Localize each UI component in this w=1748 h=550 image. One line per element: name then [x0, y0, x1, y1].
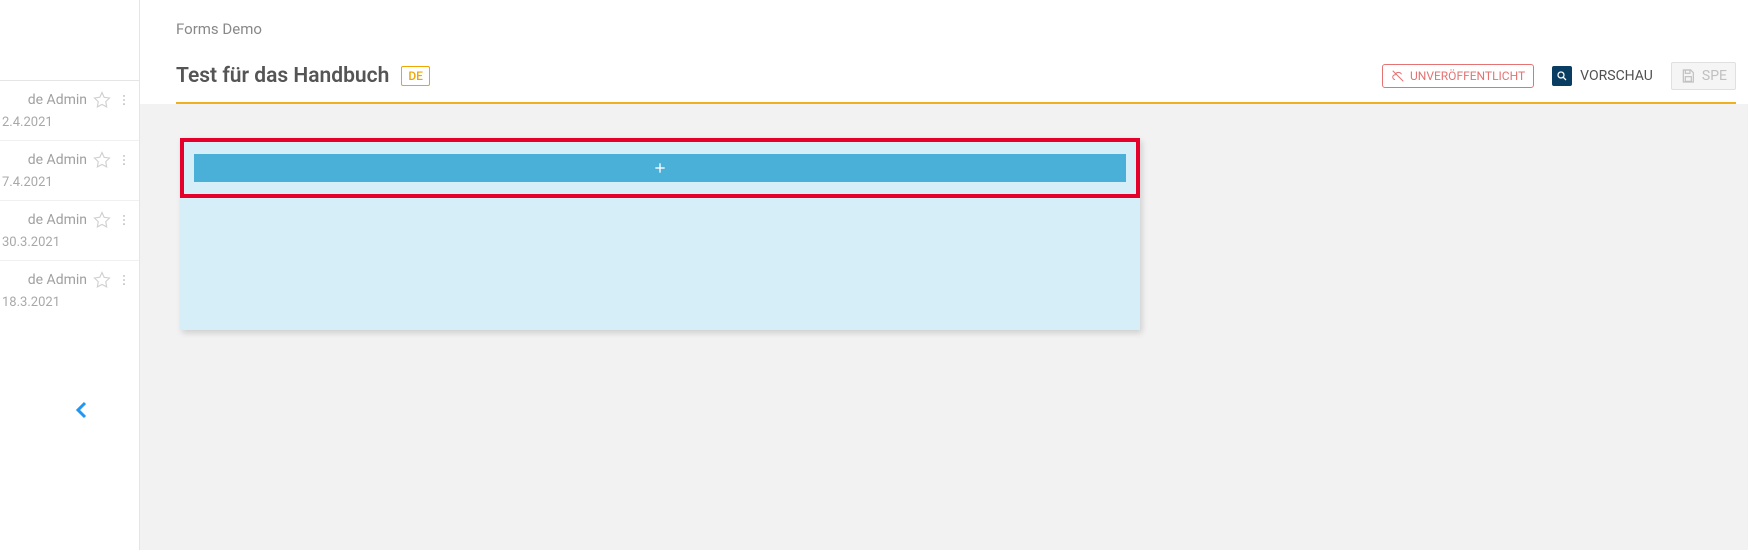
title-actions: UNVERÖFFENTLICHT VORSCHAU SPE: [1382, 62, 1736, 90]
form-canvas-area: [140, 104, 1748, 550]
list-item[interactable]: de Admin 18.3.2021: [0, 261, 139, 320]
sidebar: de Admin 2.4.2021 de Admin 7.4.2021 de A…: [0, 0, 140, 550]
list-item-date: 18.3.2021: [0, 295, 131, 310]
save-button[interactable]: SPE: [1671, 62, 1736, 90]
cloud-off-icon: [1391, 69, 1405, 83]
preview-button[interactable]: VORSCHAU: [1544, 62, 1661, 90]
star-icon[interactable]: [93, 151, 111, 169]
list-item-title: de Admin: [28, 152, 87, 168]
save-label: SPE: [1702, 68, 1727, 84]
star-icon[interactable]: [93, 271, 111, 289]
list-item-title-row: de Admin: [0, 151, 131, 169]
plus-icon: [652, 160, 668, 176]
star-icon[interactable]: [93, 91, 111, 109]
main-area: Forms Demo Test für das Handbuch DE UNVE…: [140, 0, 1748, 550]
more-vertical-icon[interactable]: [117, 211, 131, 229]
list-item-title-row: de Admin: [0, 91, 131, 109]
header: Forms Demo Test für das Handbuch DE UNVE…: [140, 0, 1748, 104]
form-canvas-body[interactable]: [180, 198, 1140, 326]
more-vertical-icon[interactable]: [117, 151, 131, 169]
chevron-left-icon[interactable]: [70, 398, 94, 422]
list-item-title: de Admin: [28, 92, 87, 108]
list-item-title-row: de Admin: [0, 271, 131, 289]
status-label: UNVERÖFFENTLICHT: [1410, 69, 1525, 83]
form-canvas: [180, 138, 1140, 330]
list-item-title: de Admin: [28, 212, 87, 228]
list-item-title: de Admin: [28, 272, 87, 288]
page-title: Test für das Handbuch: [176, 64, 389, 88]
star-icon[interactable]: [93, 211, 111, 229]
add-section-highlight: [180, 138, 1140, 198]
more-vertical-icon[interactable]: [117, 271, 131, 289]
list-item[interactable]: de Admin 7.4.2021: [0, 141, 139, 201]
list-item-date: 30.3.2021: [0, 235, 131, 250]
list-item-date: 2.4.2021: [0, 115, 131, 130]
preview-label: VORSCHAU: [1580, 68, 1653, 84]
search-icon: [1552, 66, 1572, 86]
save-icon: [1680, 68, 1696, 84]
title-left: Test für das Handbuch DE: [176, 64, 430, 88]
language-badge[interactable]: DE: [401, 66, 430, 86]
status-badge: UNVERÖFFENTLICHT: [1382, 64, 1534, 88]
accent-divider: [176, 102, 1736, 104]
list-item-date: 7.4.2021: [0, 175, 131, 190]
add-section-button[interactable]: [194, 154, 1126, 182]
list-item-title-row: de Admin: [0, 211, 131, 229]
breadcrumb[interactable]: Forms Demo: [176, 20, 1736, 38]
list-item[interactable]: de Admin 30.3.2021: [0, 201, 139, 261]
title-row: Test für das Handbuch DE UNVERÖFFENTLICH…: [176, 62, 1736, 90]
more-vertical-icon[interactable]: [117, 91, 131, 109]
list-item[interactable]: de Admin 2.4.2021: [0, 81, 139, 141]
